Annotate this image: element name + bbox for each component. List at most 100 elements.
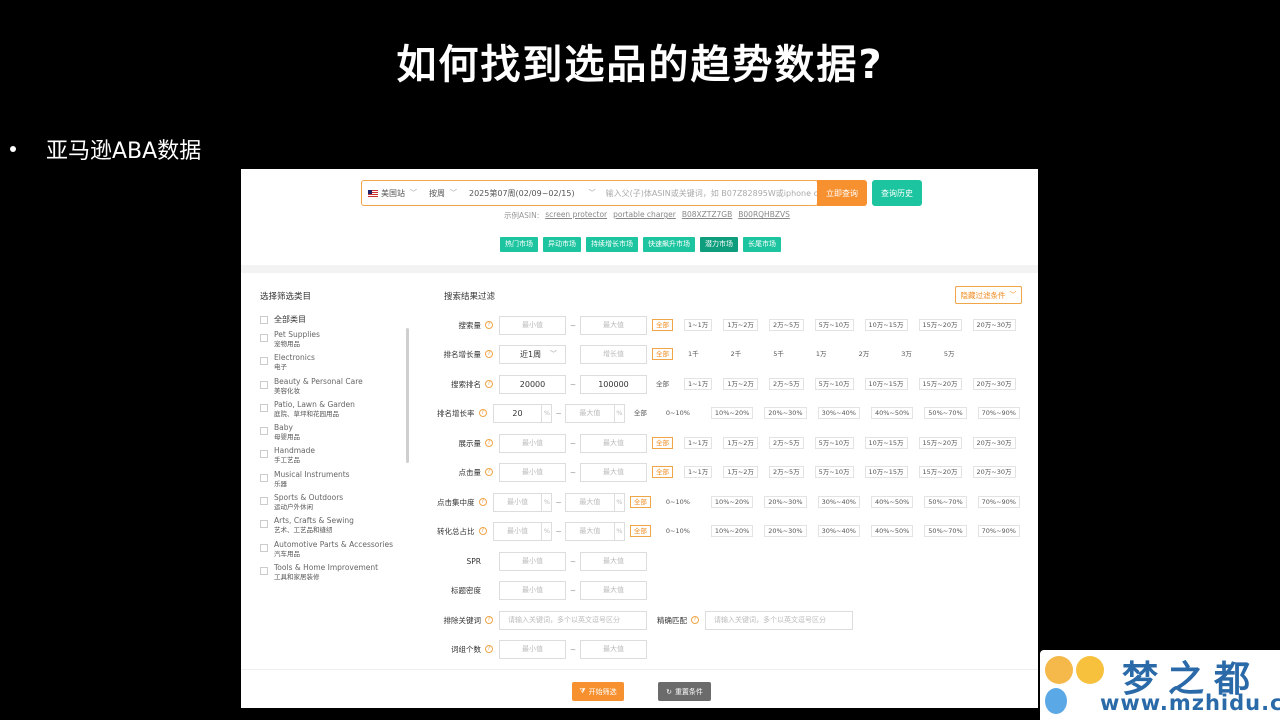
max-input[interactable]: 最大值 % — [564, 492, 625, 512]
range-chip[interactable]: 1~1万 — [684, 319, 713, 331]
checkbox[interactable] — [260, 334, 268, 342]
range-chip[interactable]: 30%~40% — [817, 525, 860, 537]
range-chip[interactable]: 20万~30万 — [972, 378, 1016, 390]
checkbox[interactable] — [260, 520, 268, 529]
checkbox[interactable] — [260, 316, 268, 324]
tab-potential-market[interactable]: 潜力市场 — [700, 237, 738, 252]
exact-match-input[interactable]: 请输入关键词，多个以英文逗号区分 — [705, 610, 853, 630]
start-filter-button[interactable]: ⧩ 开始筛选 — [572, 682, 624, 701]
range-chip[interactable]: 10万~15万 — [864, 466, 908, 478]
reset-button[interactable]: ↻ 重置条件 — [658, 682, 711, 701]
range-chip[interactable]: 15万~20万 — [918, 319, 962, 331]
exclude-keywords-input[interactable]: 请输入关键词，多个以英文逗号区分 — [499, 610, 647, 630]
range-chip[interactable]: 2万~5万 — [768, 319, 804, 331]
max-input[interactable]: 最大值 — [580, 433, 647, 453]
hide-filters-button[interactable]: 隐藏过滤条件 ﹀ — [955, 286, 1022, 304]
range-chip[interactable]: 2万~5万 — [768, 378, 804, 390]
range-chip[interactable]: 40%~50% — [870, 496, 914, 508]
range-chip[interactable]: 1~1万 — [684, 378, 713, 390]
help-icon[interactable]: ? — [478, 527, 487, 535]
range-chip[interactable]: 70%~90% — [977, 407, 1020, 419]
range-chip[interactable]: 全部 — [652, 437, 673, 449]
example-link[interactable]: B00RQHBZVS — [738, 210, 790, 221]
period-select[interactable]: 近1周 ﹀ — [499, 344, 566, 364]
range-chip[interactable]: 5千 — [769, 348, 788, 360]
range-chip[interactable]: 全部 — [629, 525, 651, 537]
checkbox[interactable] — [260, 427, 268, 436]
range-chip[interactable]: 全部 — [652, 348, 673, 360]
max-input[interactable]: 100000 — [580, 374, 647, 394]
min-input[interactable]: 20000 — [499, 374, 566, 394]
category-item[interactable]: Pet Supplies 宠物用品 — [260, 330, 410, 353]
example-link[interactable]: portable charger — [613, 210, 676, 221]
help-icon[interactable]: ? — [485, 645, 493, 653]
range-chip[interactable]: 5万~10万 — [814, 319, 854, 331]
range-chip[interactable]: 1万~2万 — [723, 319, 758, 331]
checkbox[interactable] — [260, 543, 268, 552]
range-chip[interactable]: 30%~40% — [817, 496, 860, 508]
range-chip[interactable]: 20%~30% — [764, 407, 807, 419]
max-input[interactable]: 最大值 — [580, 639, 647, 659]
checkbox[interactable] — [260, 566, 268, 575]
max-input[interactable]: 最大值 — [580, 551, 647, 571]
range-chip[interactable]: 1万~2万 — [723, 378, 758, 390]
min-input[interactable]: 20 % — [492, 403, 553, 423]
category-item[interactable]: Sports & Outdoors 运动户外休闲 — [260, 493, 410, 516]
range-chip[interactable]: 1万~2万 — [723, 466, 758, 478]
tab-abnormal-market[interactable]: 异动市场 — [543, 237, 581, 252]
range-chip[interactable]: 10万~15万 — [864, 378, 908, 390]
help-icon[interactable]: ? — [478, 498, 487, 506]
range-chip[interactable]: 50%~70% — [924, 525, 967, 537]
help-icon[interactable]: ? — [485, 468, 493, 476]
range-chip[interactable]: 全部 — [629, 496, 651, 508]
category-item[interactable]: Beauty & Personal Care 美容化妆 — [260, 377, 410, 400]
range-chip[interactable]: 0~10% — [662, 407, 694, 419]
range-chip[interactable]: 20万~30万 — [972, 319, 1016, 331]
checkbox[interactable] — [260, 473, 268, 482]
range-chip[interactable]: 全部 — [652, 466, 673, 478]
range-chip[interactable]: 40%~50% — [870, 407, 914, 419]
range-chip[interactable]: 2万 — [855, 348, 874, 360]
category-scrollbar[interactable] — [406, 328, 409, 463]
range-chip[interactable]: 20%~30% — [764, 496, 807, 508]
min-input[interactable]: 最小值 % — [492, 492, 553, 512]
min-input[interactable]: 最小值 — [499, 315, 566, 335]
range-chip[interactable]: 1~1万 — [684, 466, 713, 478]
max-input[interactable]: 最大值 % — [564, 403, 625, 423]
tab-hot-market[interactable]: 热门市场 — [500, 237, 538, 252]
tab-steady-growth-market[interactable]: 持续增长市场 — [586, 237, 638, 252]
range-chip[interactable]: 5万~10万 — [814, 378, 854, 390]
category-item[interactable]: Handmade 手工艺品 — [260, 446, 410, 469]
min-input[interactable]: 最小值 — [499, 580, 566, 600]
history-button[interactable]: 查询历史 — [872, 180, 922, 206]
range-chip[interactable]: 1千 — [684, 348, 703, 360]
range-chip[interactable]: 10%~20% — [710, 496, 754, 508]
help-icon[interactable]: ? — [485, 439, 493, 447]
range-chip[interactable]: 15万~20万 — [918, 378, 962, 390]
range-chip[interactable]: 10万~15万 — [864, 319, 908, 331]
min-input[interactable]: 最小值 — [499, 639, 566, 659]
min-input[interactable]: 最小值 % — [492, 521, 553, 541]
category-item[interactable]: Automotive Parts & Accessories 汽车用品 — [260, 540, 410, 563]
range-chip[interactable]: 10万~15万 — [864, 437, 908, 449]
help-icon[interactable]: ? — [485, 616, 493, 624]
range-chip[interactable]: 70%~90% — [977, 525, 1020, 537]
checkbox[interactable] — [260, 380, 268, 389]
range-chip[interactable]: 50%~70% — [924, 407, 967, 419]
range-chip[interactable]: 40%~50% — [870, 525, 914, 537]
example-link[interactable]: screen protector — [545, 210, 607, 221]
search-input[interactable]: 输入父(子)体ASIN或关键词，如 B07Z82895W或iphone cha — [602, 188, 817, 199]
range-chip[interactable]: 10%~20% — [710, 525, 754, 537]
help-icon[interactable]: ? — [485, 350, 493, 358]
range-chip[interactable]: 20%~30% — [764, 525, 807, 537]
min-input[interactable]: 最小值 — [499, 433, 566, 453]
range-chip[interactable]: 15万~20万 — [918, 437, 962, 449]
category-item[interactable]: Patio, Lawn & Garden 庭院、草坪和花园用品 — [260, 400, 410, 423]
range-chip[interactable]: 15万~20万 — [918, 466, 962, 478]
min-input[interactable]: 最小值 — [499, 462, 566, 482]
range-chip[interactable]: 50%~70% — [924, 496, 967, 508]
range-chip[interactable]: 2千 — [727, 348, 746, 360]
help-icon[interactable]: ? — [485, 380, 493, 388]
range-chip[interactable]: 5万~10万 — [814, 466, 854, 478]
range-chip[interactable]: 全部 — [652, 319, 673, 331]
